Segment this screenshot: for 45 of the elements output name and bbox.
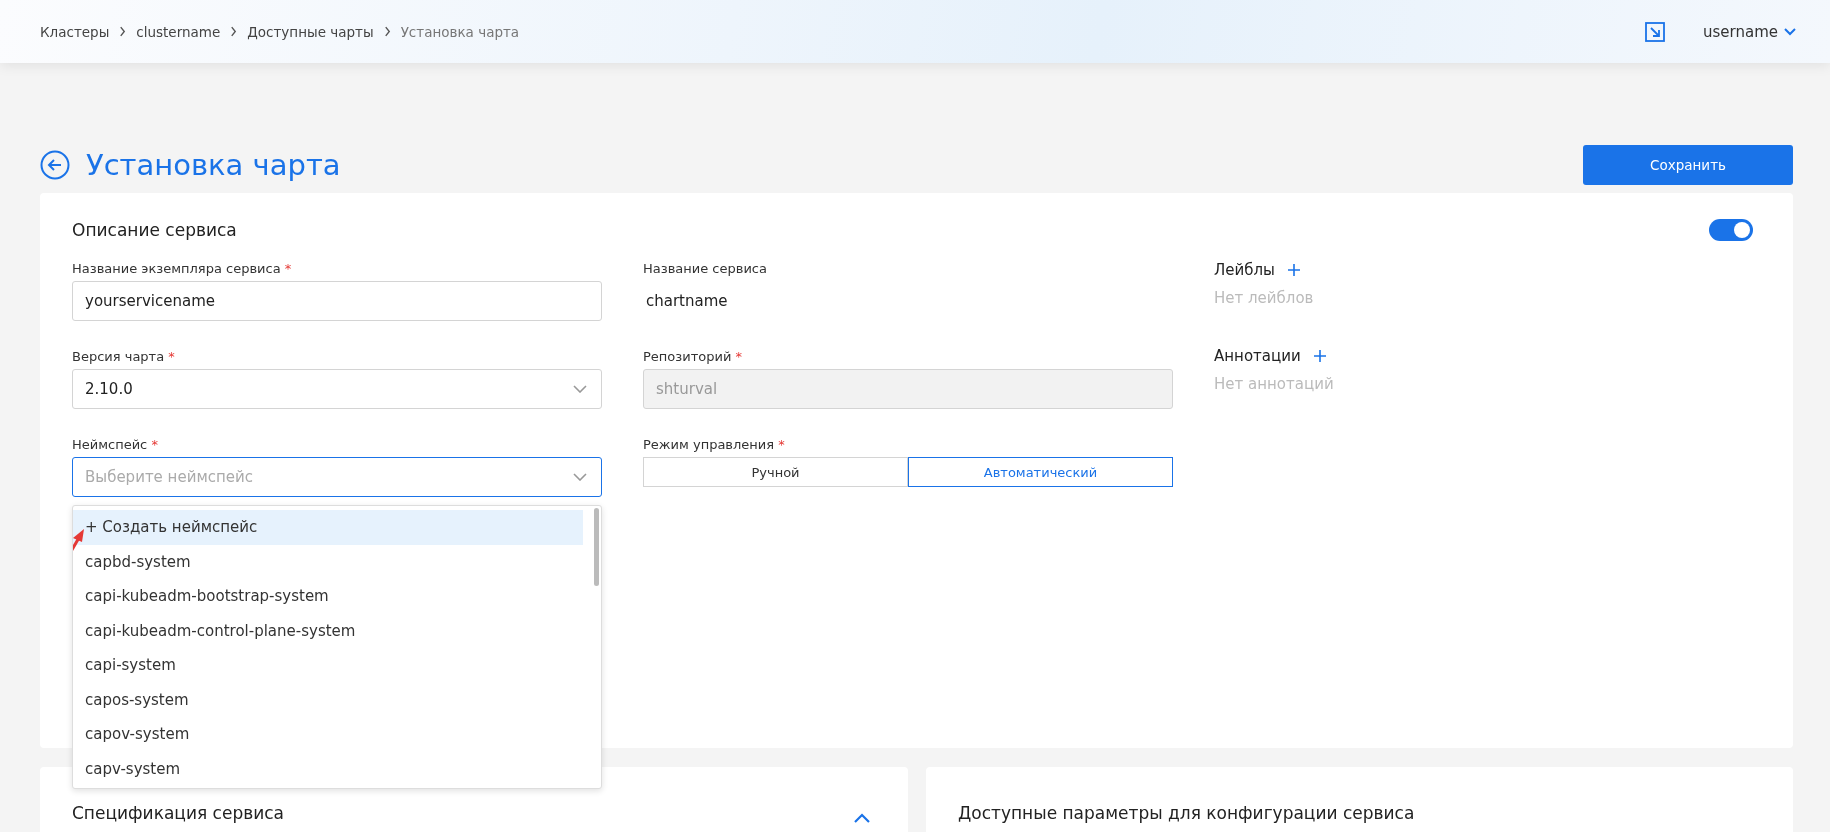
field-label: Режим управления * <box>643 437 786 452</box>
input-field[interactable]: yourservicename <box>72 281 602 321</box>
segment-button[interactable]: Ручной <box>643 457 908 487</box>
chevron-right-icon <box>119 26 127 37</box>
empty-text: Нет лейблов <box>1214 289 1315 307</box>
page-title: Установка чарта <box>86 148 341 182</box>
card-title: Спецификация сервиса <box>72 803 284 823</box>
field-label: Название экземпляра сервиса * <box>72 261 293 276</box>
select-field[interactable]: 2.10.0 <box>72 369 602 409</box>
toggle-switch[interactable] <box>1709 219 1753 241</box>
chevron-up-icon[interactable] <box>854 813 870 823</box>
breadcrumb-link[interactable]: Установка чарта <box>400 23 520 40</box>
section-title: Лейблы <box>1214 261 1275 279</box>
field-label: Неймспейс * <box>72 437 159 452</box>
dropdown-option[interactable]: capbd-system <box>73 544 583 579</box>
empty-text: Нет аннотаций <box>1214 375 1335 393</box>
field-label: Версия чарта * <box>72 349 176 364</box>
dropdown-option[interactable]: capi-kubeadm-control-plane-system <box>73 613 583 648</box>
dropdown-option[interactable]: capi-system <box>73 648 583 683</box>
save-button[interactable]: Сохранить <box>1583 145 1793 185</box>
dropdown-option[interactable]: capi-kubeadm-bootstrap-system <box>73 579 583 614</box>
card-title: Описание сервиса <box>72 220 237 240</box>
user-menu[interactable]: username <box>1703 22 1796 41</box>
chevron-down-icon <box>573 473 587 481</box>
expand-icon[interactable] <box>1645 21 1665 42</box>
breadcrumb-link[interactable]: Кластеры <box>40 23 110 40</box>
chevron-right-icon <box>383 26 391 37</box>
segment-button[interactable]: Автоматический <box>908 457 1173 487</box>
add-icon[interactable] <box>1312 349 1327 363</box>
field-label: Название сервиса <box>643 261 768 276</box>
dropdown-option[interactable]: + Создать неймспейс <box>73 510 583 545</box>
scrollbar-thumb[interactable] <box>594 508 599 586</box>
dropdown-option[interactable]: capos-system <box>73 682 583 717</box>
card-title: Доступные параметры для конфигурации сервиса <box>958 803 1415 823</box>
section-title: Аннотации <box>1214 347 1301 365</box>
chevron-right-icon <box>230 26 238 37</box>
breadcrumb-link[interactable]: clustername <box>136 23 221 40</box>
add-icon[interactable] <box>1286 263 1301 277</box>
field-value: chartname <box>645 291 729 312</box>
field-label: Репозиторий * <box>643 349 743 364</box>
dropdown-option[interactable]: capov-system <box>73 717 583 752</box>
chevron-down-icon <box>573 385 587 393</box>
chevron-down-icon <box>1784 27 1796 36</box>
dropdown-option[interactable]: capv-system <box>73 751 583 786</box>
breadcrumb-link[interactable]: Доступные чарты <box>247 23 374 40</box>
